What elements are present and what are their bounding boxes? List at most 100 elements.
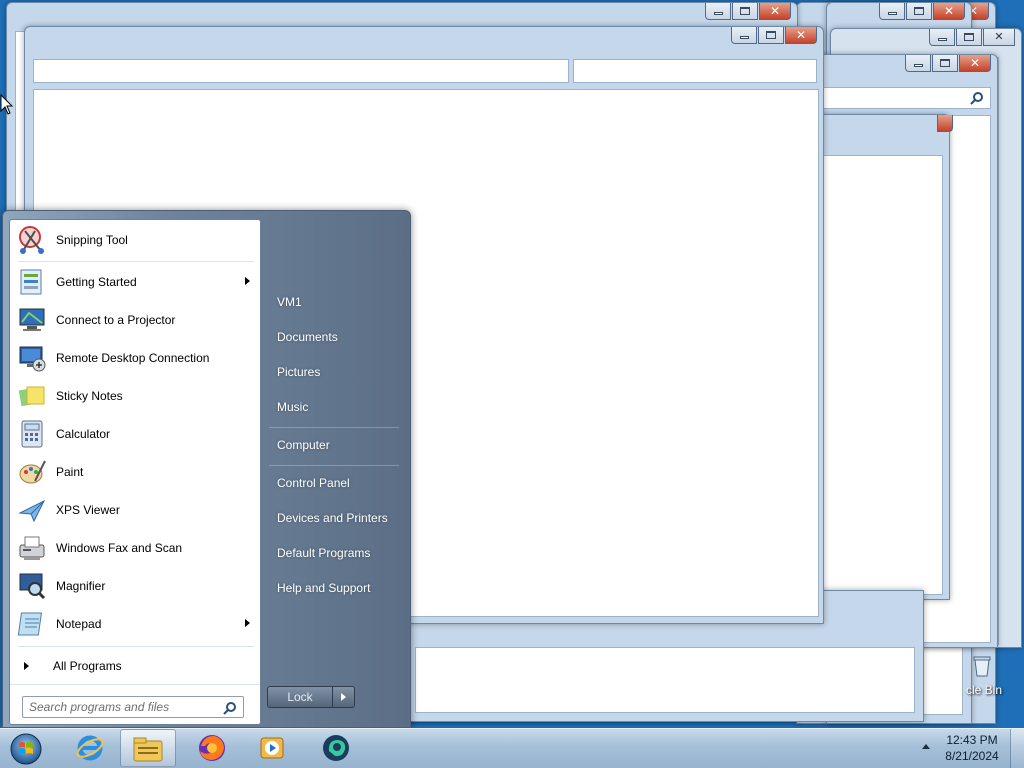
program-label: Connect to a Projector xyxy=(56,313,176,327)
submenu-arrow-icon xyxy=(245,619,250,627)
program-item-getting-started[interactable]: Getting Started xyxy=(12,264,258,300)
close-button[interactable]: ✕ xyxy=(759,3,791,20)
search-icon xyxy=(970,92,983,105)
program-label: Windows Fax and Scan xyxy=(56,541,183,555)
app-icon xyxy=(323,735,349,761)
divider xyxy=(18,646,254,647)
minimize-button[interactable] xyxy=(929,29,955,46)
program-item-paint[interactable]: Paint xyxy=(12,454,258,490)
recycle-bin-icon[interactable] xyxy=(972,654,992,678)
close-button[interactable]: ✕ xyxy=(983,29,1015,46)
recycle-bin-label[interactable]: cle Bin xyxy=(966,683,1002,697)
program-item-fax-scan[interactable]: Windows Fax and Scan xyxy=(12,530,258,566)
clock[interactable]: 12:43 PM 8/21/2024 xyxy=(940,732,1004,764)
maximize-button[interactable] xyxy=(732,3,758,20)
close-button[interactable] xyxy=(937,115,953,132)
right-link-label: Default Programs xyxy=(277,546,371,560)
right-link-documents[interactable]: Documents xyxy=(269,324,399,350)
lock-group: Lock xyxy=(267,686,355,708)
program-label: XPS Viewer xyxy=(56,503,120,517)
right-link-help-support[interactable]: Help and Support xyxy=(269,575,399,601)
right-link-label: Help and Support xyxy=(277,581,371,595)
chevron-right-icon xyxy=(341,693,346,701)
divider xyxy=(269,465,399,466)
all-programs-label: All Programs xyxy=(53,659,122,673)
program-item-remote-desktop[interactable]: Remote Desktop Connection xyxy=(12,340,258,376)
lock-button[interactable]: Lock xyxy=(267,686,333,708)
search-box[interactable] xyxy=(22,696,244,718)
xps-viewer-icon xyxy=(16,494,48,526)
maximize-button[interactable] xyxy=(906,3,932,20)
program-item-xps-viewer[interactable]: XPS Viewer xyxy=(12,492,258,528)
program-label: Remote Desktop Connection xyxy=(56,351,210,365)
divider xyxy=(18,261,254,262)
minimize-button[interactable] xyxy=(879,3,905,20)
show-hidden-icons-button[interactable] xyxy=(922,744,930,749)
internet-explorer-icon xyxy=(76,735,104,761)
right-link-label: Devices and Printers xyxy=(277,511,388,525)
program-item-notepad[interactable]: Notepad xyxy=(12,606,258,642)
show-desktop-button[interactable] xyxy=(1010,729,1024,768)
divider xyxy=(269,427,399,428)
right-link-default-programs[interactable]: Default Programs xyxy=(269,540,399,566)
maximize-button[interactable] xyxy=(932,55,958,72)
remote-desktop-icon xyxy=(16,342,48,374)
snipping-tool-icon xyxy=(16,224,48,256)
program-item-sticky-notes[interactable]: Sticky Notes xyxy=(12,378,258,414)
window-search-field[interactable] xyxy=(573,59,817,83)
right-link-label: Control Panel xyxy=(277,476,350,490)
fax-scan-icon xyxy=(16,532,48,564)
windows-logo-icon xyxy=(10,733,42,765)
minimize-button[interactable] xyxy=(705,3,731,20)
all-programs-button[interactable]: All Programs xyxy=(12,654,258,678)
windows-explorer-icon xyxy=(133,737,163,762)
notepad-icon xyxy=(16,608,48,640)
paint-icon xyxy=(16,456,48,488)
sticky-notes-icon xyxy=(16,380,48,412)
program-label: Magnifier xyxy=(56,579,106,593)
minimize-button[interactable] xyxy=(731,27,757,44)
program-label: Paint xyxy=(56,465,84,479)
magnifier-icon xyxy=(16,570,48,602)
expand-arrow-icon xyxy=(24,662,29,670)
clock-time: 12:43 PM xyxy=(946,733,998,747)
search-icon[interactable] xyxy=(223,701,237,715)
start-menu-programs-pane: Snipping Tool Getting Started Connect to… xyxy=(9,219,261,725)
power-options-button[interactable] xyxy=(333,686,355,708)
taskbar-app[interactable] xyxy=(308,729,364,767)
program-item-snipping-tool[interactable]: Snipping Tool xyxy=(12,222,258,258)
program-item-calculator[interactable]: Calculator xyxy=(12,416,258,452)
start-button[interactable] xyxy=(6,732,46,766)
right-link-pictures[interactable]: Pictures xyxy=(269,359,399,385)
search-input[interactable] xyxy=(29,700,219,714)
right-link-label: Pictures xyxy=(277,365,321,379)
getting-started-icon xyxy=(16,266,48,298)
maximize-button[interactable] xyxy=(956,29,982,46)
taskbar-media-player[interactable] xyxy=(244,729,300,767)
right-link-label: Computer xyxy=(277,438,330,452)
program-item-connect-projector[interactable]: Connect to a Projector xyxy=(12,302,258,338)
taskbar-firefox[interactable] xyxy=(184,729,240,767)
right-link-music[interactable]: Music xyxy=(269,394,399,420)
program-label: Sticky Notes xyxy=(56,389,123,403)
close-button[interactable]: ✕ xyxy=(959,55,991,72)
program-label: Getting Started xyxy=(56,275,137,289)
address-bar[interactable] xyxy=(33,59,569,83)
close-button[interactable]: ✕ xyxy=(785,27,817,44)
close-button[interactable]: ✕ xyxy=(933,3,965,20)
maximize-button[interactable] xyxy=(758,27,784,44)
right-link-computer[interactable]: Computer xyxy=(269,432,399,458)
right-link-devices-printers[interactable]: Devices and Printers xyxy=(269,505,399,531)
program-item-magnifier[interactable]: Magnifier xyxy=(12,568,258,604)
taskbar-internet-explorer[interactable] xyxy=(62,729,118,767)
projector-icon xyxy=(16,304,48,336)
program-label: Calculator xyxy=(56,427,111,441)
minimize-button[interactable] xyxy=(905,55,931,72)
right-link-label: VM1 xyxy=(277,295,302,309)
taskbar-windows-explorer[interactable] xyxy=(120,729,176,767)
calculator-icon xyxy=(16,418,48,450)
right-link-vm1[interactable]: VM1 xyxy=(269,289,399,315)
right-link-control-panel[interactable]: Control Panel xyxy=(269,470,399,496)
mouse-cursor-icon xyxy=(0,94,14,115)
divider xyxy=(10,684,260,685)
